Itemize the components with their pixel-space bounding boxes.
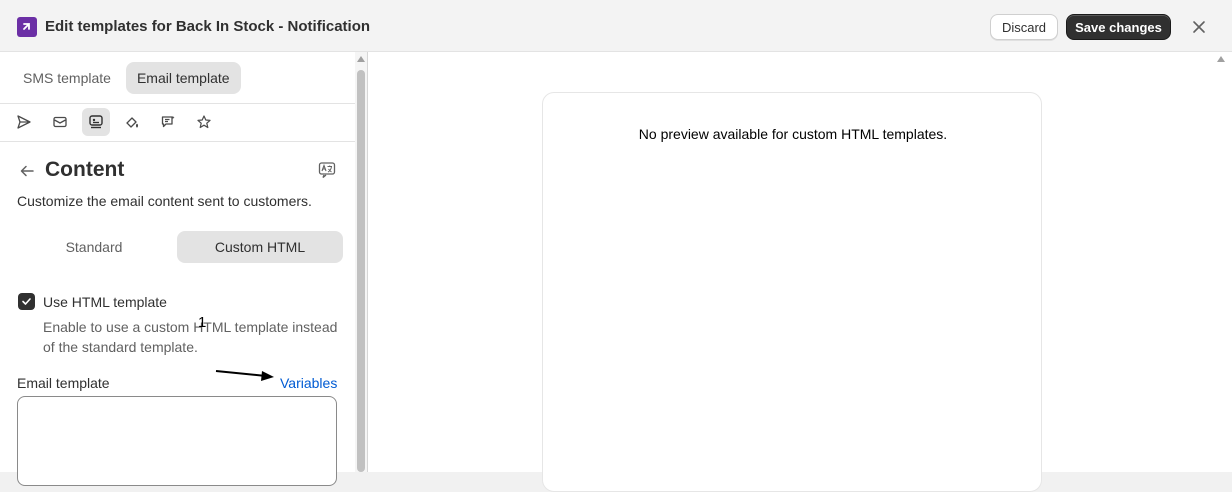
email-icon[interactable] bbox=[46, 108, 74, 136]
content-mode-toggle: Standard Custom HTML bbox=[11, 231, 343, 263]
modal-header: Edit templates for Back In Stock - Notif… bbox=[0, 0, 1232, 52]
close-icon[interactable] bbox=[1189, 17, 1209, 37]
section-title: Content bbox=[45, 158, 125, 181]
left-panel-scrollbar[interactable] bbox=[355, 52, 367, 472]
template-tabs: SMS template Email template bbox=[12, 62, 241, 94]
mode-standard-button[interactable]: Standard bbox=[11, 231, 177, 263]
preview-scrollbar[interactable] bbox=[1212, 52, 1232, 472]
send-icon[interactable] bbox=[10, 108, 38, 136]
back-arrow-icon[interactable] bbox=[17, 161, 37, 181]
app-logo-icon bbox=[17, 17, 37, 37]
discard-button[interactable]: Discard bbox=[990, 14, 1058, 40]
checkbox-help-text: Enable to use a custom HTML template ins… bbox=[43, 319, 338, 355]
modal-title: Edit templates for Back In Stock - Notif… bbox=[45, 18, 371, 35]
save-changes-button[interactable]: Save changes bbox=[1066, 14, 1171, 40]
divider bbox=[0, 103, 355, 104]
scroll-up-icon[interactable] bbox=[357, 56, 365, 62]
star-icon[interactable] bbox=[190, 108, 218, 136]
email-template-label: Email template bbox=[17, 375, 110, 391]
tab-sms-template[interactable]: SMS template bbox=[12, 62, 122, 94]
use-html-template-checkbox[interactable] bbox=[18, 293, 35, 310]
translate-icon[interactable] bbox=[316, 159, 338, 181]
checkbox-label: Use HTML template bbox=[43, 294, 167, 310]
variables-link[interactable]: Variables bbox=[280, 374, 337, 392]
tab-email-template[interactable]: Email template bbox=[125, 62, 241, 94]
preview-area: No preview available for custom HTML tem… bbox=[368, 52, 1212, 492]
feedback-icon[interactable] bbox=[154, 108, 182, 136]
mode-custom-html-button[interactable]: Custom HTML bbox=[177, 231, 343, 263]
email-template-textarea[interactable] bbox=[17, 396, 337, 486]
annotation-arrow-icon bbox=[215, 370, 274, 381]
design-icon[interactable] bbox=[118, 108, 146, 136]
preview-card: No preview available for custom HTML tem… bbox=[542, 92, 1042, 492]
content-icon[interactable] bbox=[82, 108, 110, 136]
divider bbox=[0, 141, 355, 142]
settings-panel: SMS template Email template Content Cust… bbox=[0, 52, 355, 486]
preview-message: No preview available for custom HTML tem… bbox=[638, 126, 948, 142]
section-icon-bar bbox=[10, 108, 218, 136]
scrollbar-thumb[interactable] bbox=[357, 70, 365, 472]
scroll-up-icon[interactable] bbox=[1217, 56, 1225, 62]
annotation-number: 1 bbox=[198, 314, 207, 331]
modal-window: Edit templates for Back In Stock - Notif… bbox=[0, 0, 1232, 492]
section-description: Customize the email content sent to cust… bbox=[17, 193, 312, 209]
